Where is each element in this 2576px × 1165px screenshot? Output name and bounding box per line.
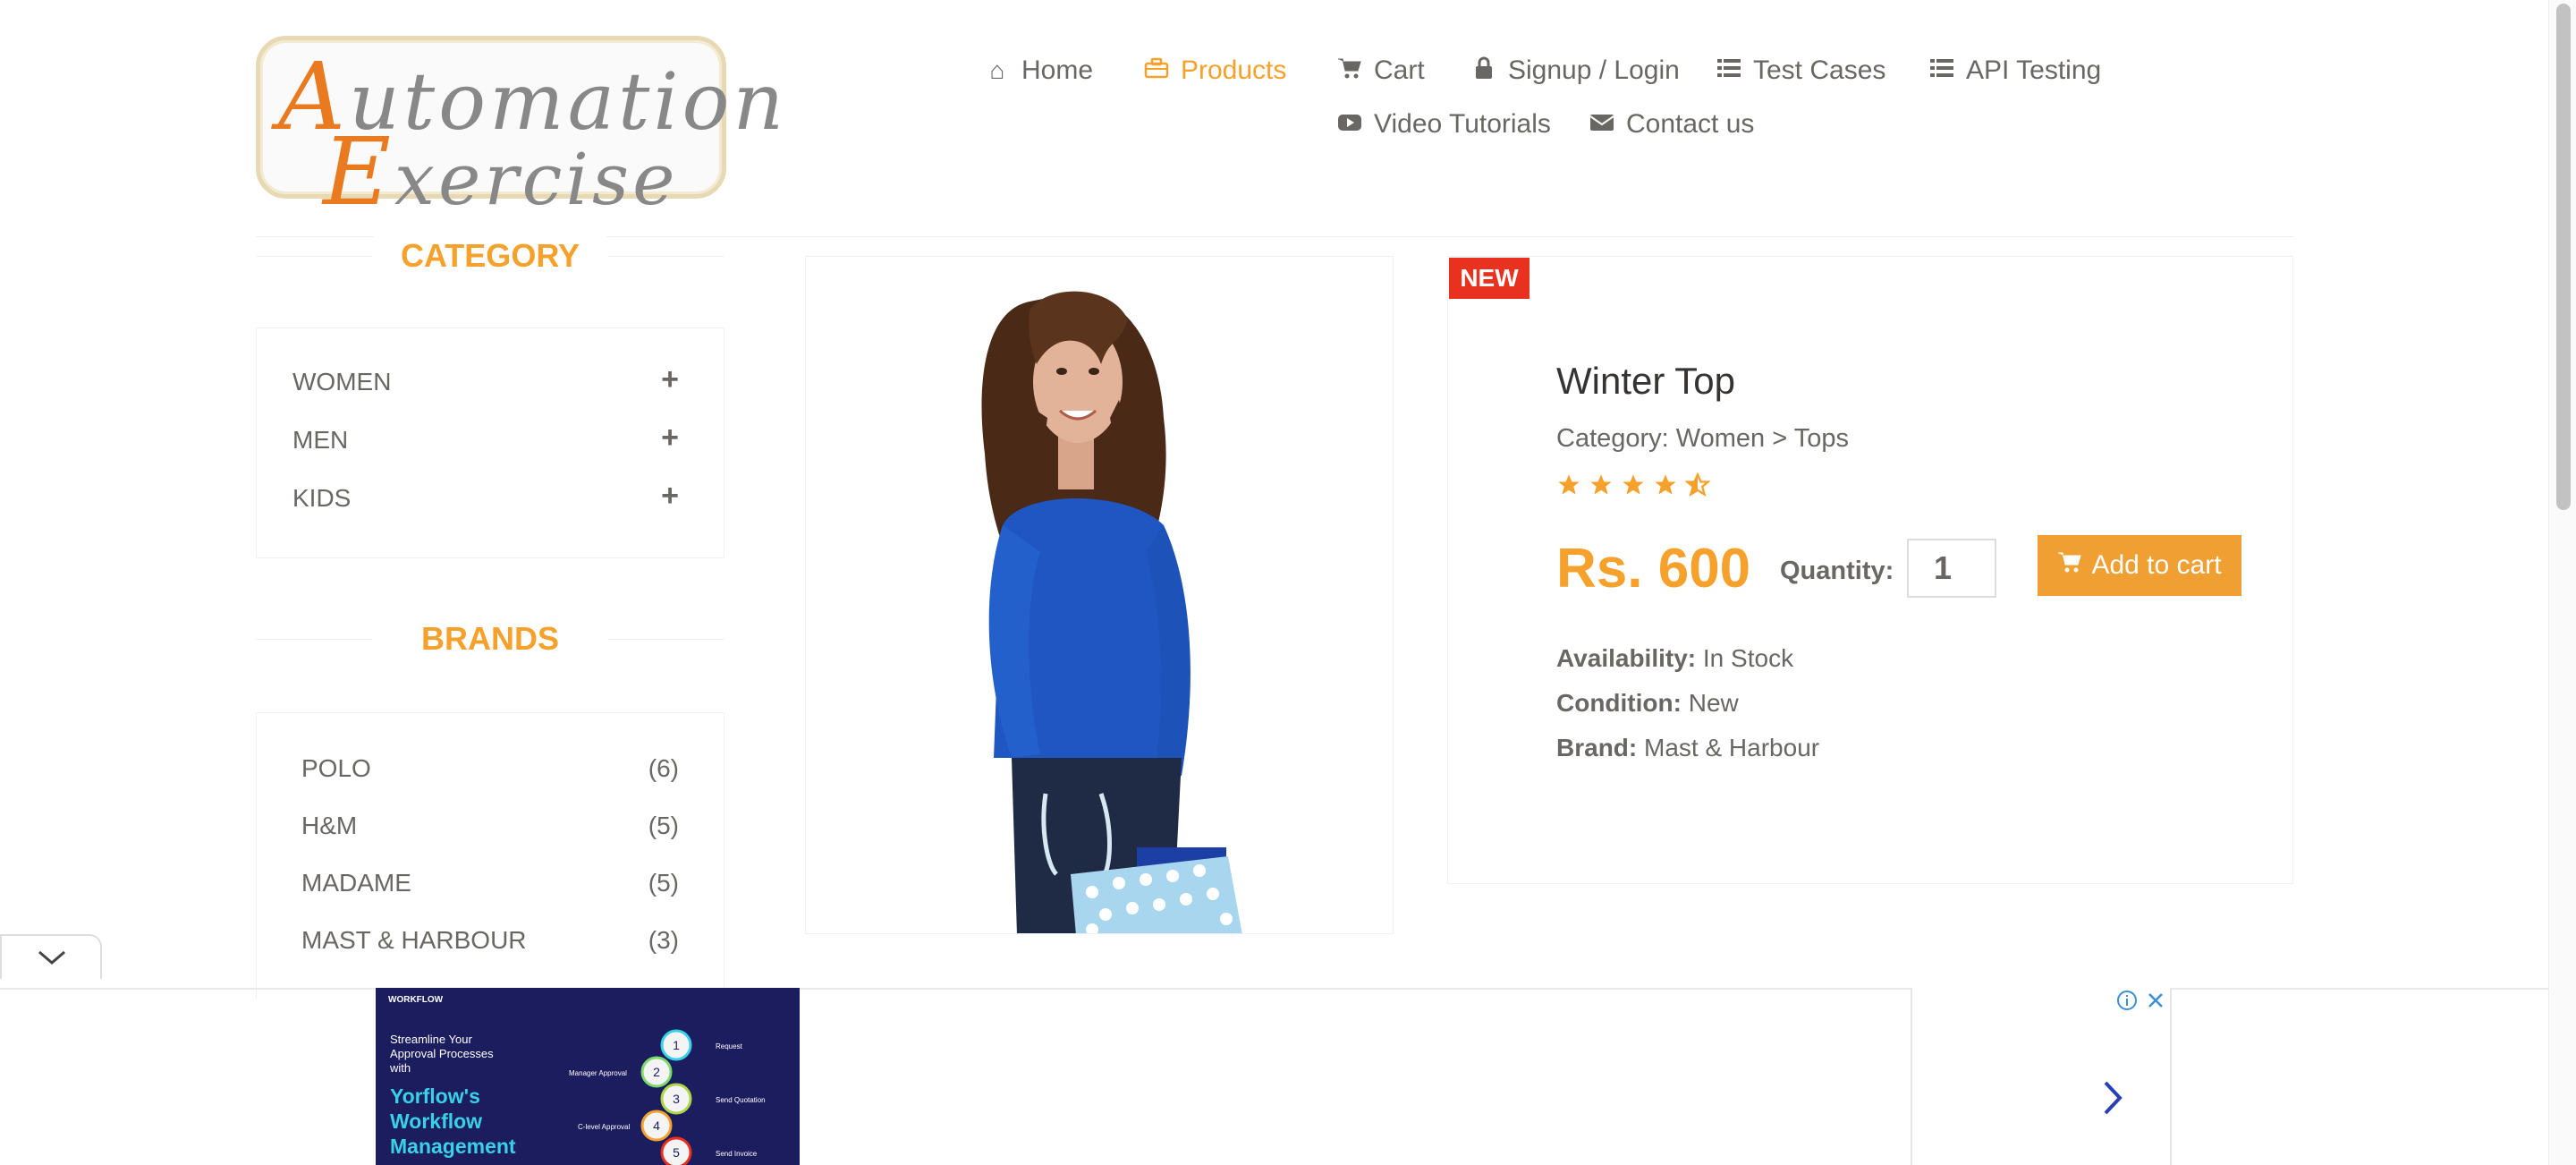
nav-cart-label: Cart	[1374, 55, 1425, 85]
svg-text:1: 1	[673, 1038, 680, 1052]
cart-icon	[1336, 56, 1363, 86]
svg-text:Send Invoice: Send Invoice	[716, 1150, 758, 1158]
brand-polo[interactable]: POLO	[301, 754, 371, 783]
brand-mast-harbour[interactable]: MAST & HARBOUR	[301, 926, 527, 955]
ad-collapse-tab[interactable]	[0, 934, 102, 979]
lock-icon	[1470, 56, 1497, 86]
product-name: Winter Top	[1556, 360, 1735, 402]
nav-home-label: Home	[1021, 55, 1094, 85]
nav-products[interactable]: Products	[1143, 55, 1286, 86]
nav-contact-label: Contact us	[1626, 109, 1755, 139]
close-icon[interactable]	[2145, 990, 2166, 1011]
youtube-icon	[1336, 110, 1363, 139]
logo-line-2: Exercise	[323, 117, 679, 226]
home-icon: ⌂	[989, 56, 1005, 84]
category-panel: WOMEN + MEN + KIDS +	[256, 327, 724, 558]
ad-side-panel	[1911, 988, 2172, 1165]
scrollbar-thumb[interactable]	[2556, 4, 2571, 510]
expand-plus-icon[interactable]: +	[661, 362, 679, 397]
svg-text:4: 4	[653, 1118, 660, 1133]
condition-value: New	[1688, 689, 1739, 717]
logo-text-2: xercise	[394, 138, 679, 221]
svg-text:Send Quotation: Send Quotation	[716, 1096, 766, 1104]
envelope-icon	[1589, 110, 1615, 139]
nav-test-cases-label: Test Cases	[1753, 55, 1886, 85]
cart-icon	[2057, 550, 2082, 581]
brand-madame[interactable]: MADAME	[301, 869, 411, 897]
chevron-down-icon	[38, 950, 65, 965]
svg-text:C-level Approval: C-level Approval	[578, 1123, 630, 1131]
category-men[interactable]: MEN	[292, 426, 348, 455]
site-logo[interactable]: Automation Exercise	[256, 36, 784, 226]
nav-video-tutorials[interactable]: Video Tutorials	[1336, 109, 1551, 140]
list-icon	[1716, 56, 1742, 85]
star-icon	[1623, 474, 1644, 495]
product-image	[805, 256, 1394, 934]
brand-hm[interactable]: H&M	[301, 812, 357, 840]
ad-creative[interactable]: WORKFLOW Streamline Your Approval Proces…	[376, 988, 800, 1165]
rating-stars	[1556, 472, 1710, 497]
product-photo-woman	[981, 291, 1242, 933]
brands-title-text: BRANDS	[394, 617, 586, 660]
nav-contact-us[interactable]: Contact us	[1589, 109, 1754, 140]
expand-plus-icon[interactable]: +	[661, 479, 679, 514]
star-half-icon	[1685, 472, 1710, 497]
brand-count: (5)	[648, 812, 679, 839]
new-badge: NEW	[1449, 258, 1530, 299]
brand-count: (3)	[648, 926, 679, 954]
condition: Condition: New	[1556, 689, 1739, 718]
nav-test-cases[interactable]: Test Cases	[1716, 55, 1885, 86]
quantity-label: Quantity:	[1780, 557, 1894, 585]
nav-home[interactable]: ⌂ Home	[984, 55, 1094, 86]
chevron-right-icon[interactable]	[2095, 1076, 2131, 1120]
star-icon	[1655, 474, 1676, 495]
availability-label: Availability:	[1556, 644, 1697, 672]
ad-flowchart: 1 2 3 4 5 Request Manager Approval Send …	[569, 1029, 766, 1165]
product-price: Rs. 600	[1556, 538, 1751, 600]
condition-label: Condition:	[1556, 689, 1682, 717]
star-icon	[1558, 474, 1580, 495]
expand-plus-icon[interactable]: +	[661, 421, 679, 455]
add-to-cart-label: Add to cart	[2091, 550, 2222, 580]
nav-api-testing-label: API Testing	[1966, 55, 2102, 85]
brand-count: (5)	[648, 869, 679, 897]
product-category: Category: Women > Tops	[1556, 424, 1849, 453]
nav-api-testing[interactable]: API Testing	[1928, 55, 2101, 86]
category-title-text: CATEGORY	[373, 234, 606, 277]
brand-label: Brand:	[1556, 734, 1638, 761]
svg-text:5: 5	[673, 1145, 680, 1160]
nav-cart[interactable]: Cart	[1336, 55, 1425, 86]
brand-value: Mast & Harbour	[1644, 734, 1820, 761]
list-icon	[1928, 56, 1955, 85]
brands-title: BRANDS	[256, 617, 724, 660]
brands-panel: POLO (6) H&M (5) MADAME (5) MAST & HARBO…	[256, 712, 724, 999]
category-kids[interactable]: KIDS	[292, 484, 351, 513]
svg-text:Manager Approval: Manager Approval	[569, 1069, 627, 1077]
category-women[interactable]: WOMEN	[292, 368, 391, 396]
nav-signup-label: Signup / Login	[1508, 55, 1680, 85]
ad-info-icon[interactable]	[2116, 990, 2138, 1011]
svg-text:3: 3	[673, 1092, 680, 1106]
quantity-input[interactable]: 1	[1907, 539, 1996, 598]
category-title: CATEGORY	[256, 234, 724, 277]
availability-value: In Stock	[1702, 644, 1794, 672]
brand: Brand: Mast & Harbour	[1556, 734, 1819, 762]
nav-products-label: Products	[1181, 55, 1287, 85]
availability: Availability: In Stock	[1556, 644, 1793, 673]
nav-video-label: Video Tutorials	[1374, 109, 1551, 139]
brand-count: (6)	[648, 754, 679, 782]
svg-text:Request: Request	[716, 1042, 743, 1050]
nav-signup-login[interactable]: Signup / Login	[1470, 55, 1680, 86]
briefcase-icon	[1143, 56, 1170, 85]
star-icon	[1590, 474, 1612, 495]
svg-text:2: 2	[653, 1065, 660, 1079]
add-to-cart-button[interactable]: Add to cart	[2038, 535, 2241, 596]
